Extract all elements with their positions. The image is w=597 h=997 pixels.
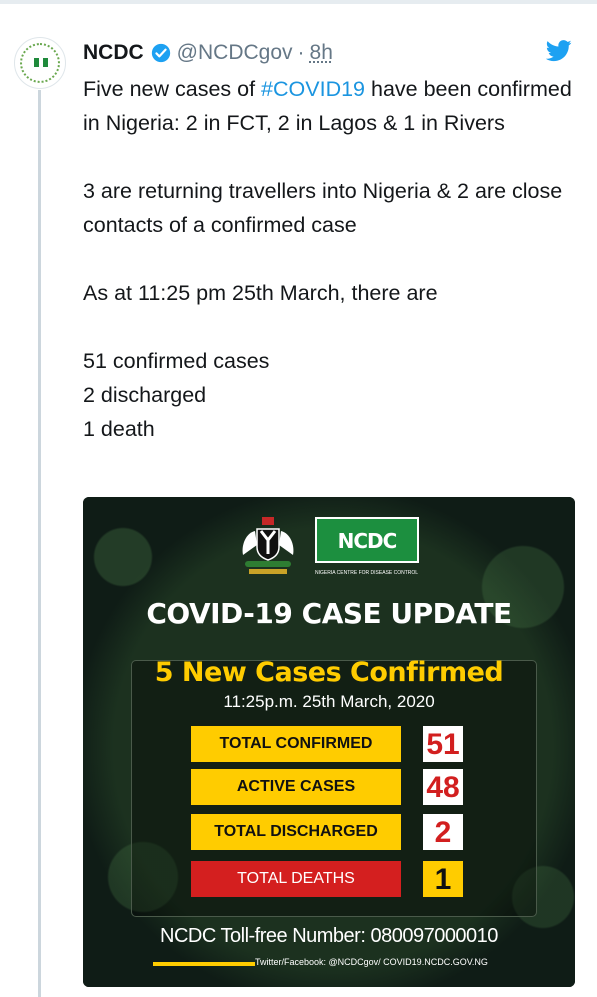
handle[interactable]: @NCDCgov	[177, 41, 293, 65]
top-divider	[0, 0, 597, 4]
stat-value: 51	[423, 726, 463, 762]
tweet-header: NCDC @NCDCgov · 8h	[83, 38, 333, 68]
stat-value: 48	[423, 769, 463, 805]
separator-dot: ·	[297, 41, 305, 64]
stat-value: 2	[423, 814, 463, 850]
stat-label: ACTIVE CASES	[191, 769, 401, 805]
thread-line	[38, 90, 41, 997]
stat-label: TOTAL DEATHS	[191, 861, 401, 897]
accent-line	[153, 962, 255, 966]
timestamp-link[interactable]: 8h	[310, 41, 333, 65]
tollfree-number: NCDC Toll-free Number: 080097000010	[160, 925, 498, 947]
update-timestamp: 11:25p.m. 25th March, 2020	[223, 692, 435, 711]
paragraph-3: As at 11:25 pm 25th March, there are	[83, 281, 438, 305]
display-name[interactable]: NCDC	[83, 41, 144, 65]
ncdc-logo: NCDC	[315, 517, 419, 563]
flag-icon	[34, 58, 48, 67]
paragraph-2: 3 are returning travellers into Nigeria …	[83, 179, 563, 237]
new-cases-headline: 5 New Cases Confirmed	[154, 657, 504, 688]
coat-of-arms-icon	[242, 517, 294, 574]
stat-line-confirmed: 51 confirmed cases	[83, 349, 270, 373]
stat-label: TOTAL DISCHARGED	[191, 814, 401, 850]
ncdc-logo-subtitle: NIGERIA CENTRE FOR DISEASE CONTROL	[315, 570, 419, 576]
hashtag-link[interactable]: #COVID19	[261, 77, 365, 101]
social-handles: Twitter/Facebook: @NCDCgov/ COVID19.NCDC…	[255, 957, 488, 967]
stat-label: TOTAL CONFIRMED	[191, 726, 401, 762]
avatar[interactable]	[14, 37, 66, 89]
stat-line-discharged: 2 discharged	[83, 383, 207, 407]
verified-badge-icon	[151, 43, 170, 63]
paragraph-1: Five new cases of #COVID19 have been con…	[83, 77, 572, 135]
stat-value: 1	[423, 861, 463, 897]
infographic-title: COVID-19 CASE UPDATE	[146, 597, 512, 630]
tweet-text: Five new cases of #COVID19 have been con…	[83, 72, 583, 446]
tweet-media-image[interactable]: NCDC NIGERIA CENTRE FOR DISEASE CONTROL …	[83, 497, 575, 987]
stat-line-death: 1 death	[83, 417, 155, 441]
twitter-bird-icon[interactable]	[546, 40, 572, 62]
